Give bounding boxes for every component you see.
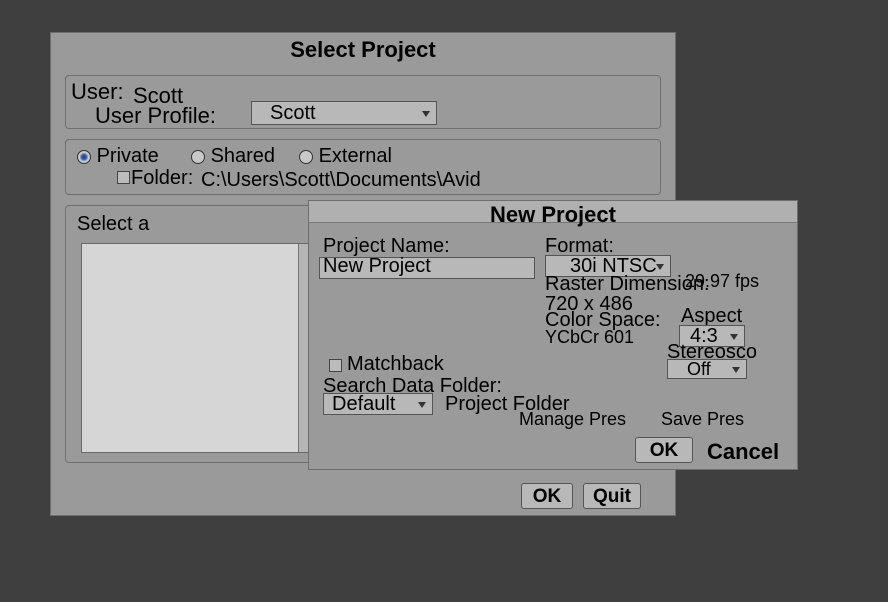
aspect-select[interactable]: 4:3 <box>679 325 745 347</box>
matchback-label: Matchback <box>347 353 444 376</box>
format-value: 30i NTSC <box>570 255 657 278</box>
quit-label: Quit <box>593 486 631 507</box>
user-profile-select[interactable]: Scott <box>251 101 437 125</box>
project-listbox[interactable] <box>81 243 313 453</box>
select-project-title: Select Project <box>51 37 675 63</box>
search-data-value: Default <box>332 393 395 416</box>
new-project-titlebar[interactable] <box>309 201 797 223</box>
ok-label: OK <box>533 486 562 507</box>
ok-label: OK <box>650 440 679 461</box>
matchback-checkbox[interactable] <box>329 359 342 372</box>
project-name-input[interactable] <box>319 257 535 279</box>
select-project-quit-button[interactable]: Quit <box>583 483 641 509</box>
color-space-label: Color Space: <box>545 309 661 332</box>
cancel-ghost[interactable]: Cancel <box>707 439 779 465</box>
color-space-value-ghost: YCbCr 601 <box>545 327 634 348</box>
user-profile-value: Scott <box>270 102 316 125</box>
location-panel <box>65 139 661 195</box>
format-select[interactable]: 30i NTSC <box>545 255 671 277</box>
project-name-label: Project Name: <box>323 235 450 258</box>
new-project-dialog: New Project Project Name: New Project Fo… <box>308 200 798 470</box>
select-project-ok-button[interactable]: OK <box>521 483 573 509</box>
stereo-select[interactable] <box>667 359 747 379</box>
folder-browse-icon[interactable] <box>117 171 130 184</box>
project-folder-ghost: Project Folder <box>445 393 570 416</box>
raster-dim-value: 720 x 486 <box>545 293 633 316</box>
new-project-ok-button[interactable]: OK <box>635 437 693 463</box>
aspect-value: 4:3 <box>690 325 718 348</box>
manage-pres-ghost: Manage Pres <box>519 409 626 430</box>
save-pres-ghost: Save Pres <box>661 409 744 430</box>
fps-ghost: 29.97 fps <box>685 271 759 292</box>
search-data-select[interactable]: Default <box>323 393 433 415</box>
